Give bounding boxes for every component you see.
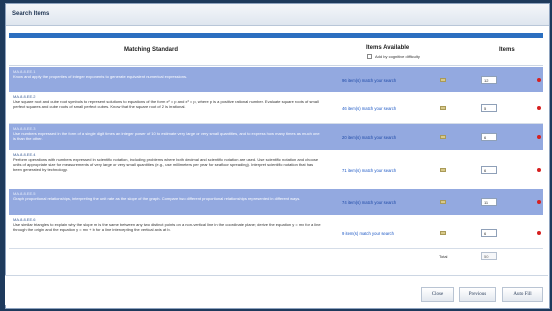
- item-quantity-input[interactable]: 6: [481, 166, 497, 174]
- standard-description: Graph proportional relationships, interp…: [13, 196, 301, 201]
- table-row: MA.8.8.EE.4 Perform operations with numb…: [9, 150, 543, 189]
- column-header-available: Items Available: [366, 45, 410, 51]
- item-quantity-input[interactable]: 6: [481, 229, 497, 237]
- status-dot-icon: [537, 106, 541, 110]
- total-value: 50: [481, 252, 497, 260]
- item-quantity-input[interactable]: 12: [481, 76, 497, 84]
- match-link[interactable]: 9 item(s) match your search: [342, 231, 394, 236]
- table-row: MA.8.8.EE.3 Use numbers expressed in the…: [9, 124, 543, 150]
- standard-description: Use numbers expressed in the form of a s…: [13, 131, 320, 141]
- close-button[interactable]: Close: [421, 287, 454, 302]
- match-link[interactable]: 71 item(s) match your search: [342, 168, 396, 173]
- match-link[interactable]: 46 item(s) match your search: [342, 106, 396, 111]
- header-strip: [9, 33, 543, 38]
- dialog-footer: Close Previous Auto Fill: [5, 275, 548, 305]
- notes-icon[interactable]: [440, 200, 446, 204]
- status-dot-icon: [537, 200, 541, 204]
- results-table: Matching Standard Items Available Add by…: [9, 39, 543, 269]
- cognitive-difficulty-label: Add by cognitive difficulty: [375, 54, 420, 59]
- notes-icon[interactable]: [440, 78, 446, 82]
- notes-icon[interactable]: [440, 231, 446, 235]
- dialog-title: Search Items: [6, 4, 549, 26]
- notes-icon[interactable]: [440, 106, 446, 110]
- previous-button[interactable]: Previous: [459, 287, 496, 302]
- column-header-standard: Matching Standard: [124, 47, 179, 53]
- status-dot-icon: [537, 168, 541, 172]
- total-label: Total: [439, 254, 448, 259]
- status-dot-icon: [537, 135, 541, 139]
- standard-description: Perform operations with numbers expresse…: [13, 157, 319, 172]
- table-row: MA.8.8.EE.6 Use similar triangles to exp…: [9, 215, 543, 248]
- row-divider: [9, 248, 543, 249]
- table-row: MA.8.8.EE.5 Graph proportional relations…: [9, 189, 543, 215]
- status-dot-icon: [537, 231, 541, 235]
- standard-description: Use similar triangles to explain why the…: [13, 222, 321, 232]
- table-row: MA.8.8.EE.2 Use square root and cube roo…: [9, 92, 543, 123]
- item-quantity-input[interactable]: 11: [481, 198, 497, 206]
- match-link[interactable]: 20 item(s) match your search: [342, 135, 396, 140]
- standard-description: Know and apply the properties of integer…: [13, 74, 188, 79]
- item-quantity-input[interactable]: 6: [481, 133, 497, 141]
- item-quantity-input[interactable]: 5: [481, 104, 497, 112]
- notes-icon[interactable]: [440, 168, 446, 172]
- standard-description: Use square root and cube root symbols to…: [13, 99, 319, 109]
- match-link[interactable]: 74 item(s) match your search: [342, 200, 396, 205]
- match-link[interactable]: 96 item(s) match your search: [342, 78, 396, 83]
- cognitive-difficulty-checkbox[interactable]: [367, 54, 372, 59]
- table-header: Matching Standard Items Available Add by…: [9, 39, 543, 66]
- notes-icon[interactable]: [440, 135, 446, 139]
- column-header-items: Items: [499, 47, 515, 53]
- status-dot-icon: [537, 78, 541, 82]
- auto-fill-button[interactable]: Auto Fill: [502, 287, 543, 302]
- table-row: MA.8.8.EE.1 Know and apply the propertie…: [9, 67, 543, 92]
